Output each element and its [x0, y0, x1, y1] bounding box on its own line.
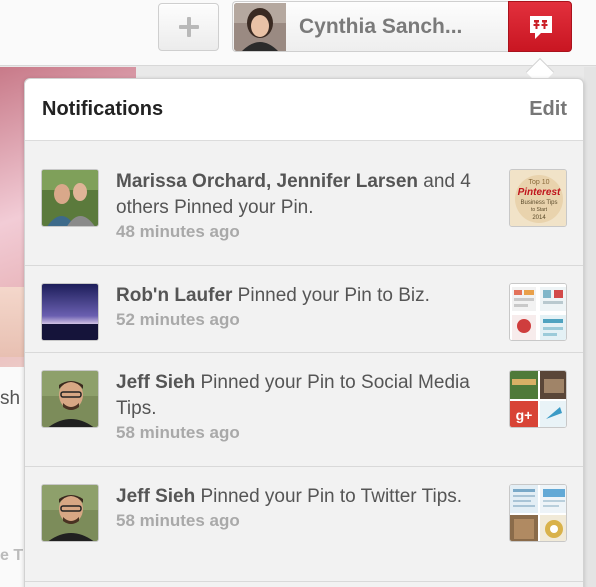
- notification-actors[interactable]: Jeff Sieh: [116, 372, 195, 393]
- notification-time: 48 minutes ago: [116, 222, 240, 241]
- speech-bubble-pins-icon: [530, 16, 552, 39]
- notification-item[interactable]: Jeff Sieh Pinned your Pin to Twitter Tip…: [25, 467, 583, 582]
- dropdown-title: Notifications: [42, 98, 164, 120]
- avatar: [41, 283, 99, 341]
- plus-icon: [179, 17, 199, 37]
- profile-button[interactable]: Cynthia Sanch...: [232, 1, 508, 52]
- notification-time: 58 minutes ago: [116, 511, 240, 530]
- notification-actors[interactable]: Jeff Sieh: [116, 486, 195, 507]
- header-bar: Cynthia Sanch...: [0, 0, 596, 66]
- notifications-dropdown: Notifications Edit Marissa Orchard, Jenn…: [24, 78, 584, 587]
- notification-time: 58 minutes ago: [116, 423, 240, 442]
- avatar: [41, 169, 99, 227]
- notification-item[interactable]: Jeff Sieh Pinned your Pin to Social Medi…: [25, 353, 583, 467]
- thumb-text: to Start: [531, 207, 548, 213]
- edit-link[interactable]: Edit: [529, 98, 567, 121]
- dropdown-header: Notifications Edit: [25, 79, 583, 141]
- profile-name: Cynthia Sanch...: [299, 15, 463, 38]
- notification-time: 52 minutes ago: [116, 310, 240, 329]
- notification-body: Jeff Sieh Pinned your Pin to Twitter Tip…: [116, 484, 506, 532]
- notification-actors[interactable]: Rob'n Laufer: [116, 285, 232, 306]
- background-text: sh: [0, 388, 21, 409]
- svg-text:g+: g+: [516, 407, 533, 423]
- notification-message: Pinned your Pin to Biz.: [232, 285, 430, 306]
- notification-body: Jeff Sieh Pinned your Pin to Social Medi…: [116, 370, 506, 444]
- notification-message: Pinned your Pin to Twitter Tips.: [195, 486, 463, 507]
- avatar: [234, 3, 286, 51]
- add-pin-button[interactable]: [158, 3, 219, 51]
- pin-thumbnail[interactable]: [509, 484, 567, 542]
- avatar: [41, 370, 99, 428]
- notification-body: Rob'n Laufer Pinned your Pin to Biz. 52 …: [116, 283, 506, 331]
- notifications-button[interactable]: [508, 1, 572, 52]
- thumb-text: 2014: [532, 215, 546, 221]
- pin-thumbnail[interactable]: g+: [509, 370, 567, 428]
- notification-text: Marissa Orchard, Jennifer Larsen and 4 o…: [116, 169, 506, 221]
- notification-item[interactable]: Marissa Orchard, Jennifer Larsen and 4 o…: [25, 149, 583, 266]
- thumb-text: Business Tips: [520, 200, 557, 206]
- avatar: [41, 484, 99, 542]
- notification-text: Jeff Sieh Pinned your Pin to Twitter Tip…: [116, 484, 506, 510]
- thumb-text: Top 10: [528, 179, 549, 186]
- notification-actors[interactable]: Marissa Orchard, Jennifer Larsen: [116, 171, 418, 192]
- notification-text: Jeff Sieh Pinned your Pin to Social Medi…: [116, 370, 506, 422]
- notification-text: Rob'n Laufer Pinned your Pin to Biz.: [116, 283, 506, 309]
- notification-list: Marissa Orchard, Jennifer Larsen and 4 o…: [25, 149, 583, 582]
- notification-item[interactable]: Rob'n Laufer Pinned your Pin to Biz. 52 …: [25, 266, 583, 353]
- thumb-text: Pinterest: [518, 187, 561, 198]
- pin-thumbnail[interactable]: Top 10 Pinterest Business Tips to Start …: [509, 169, 567, 227]
- pin-thumbnail[interactable]: [509, 283, 567, 341]
- notification-body: Marissa Orchard, Jennifer Larsen and 4 o…: [116, 169, 506, 243]
- background-column: [584, 67, 596, 587]
